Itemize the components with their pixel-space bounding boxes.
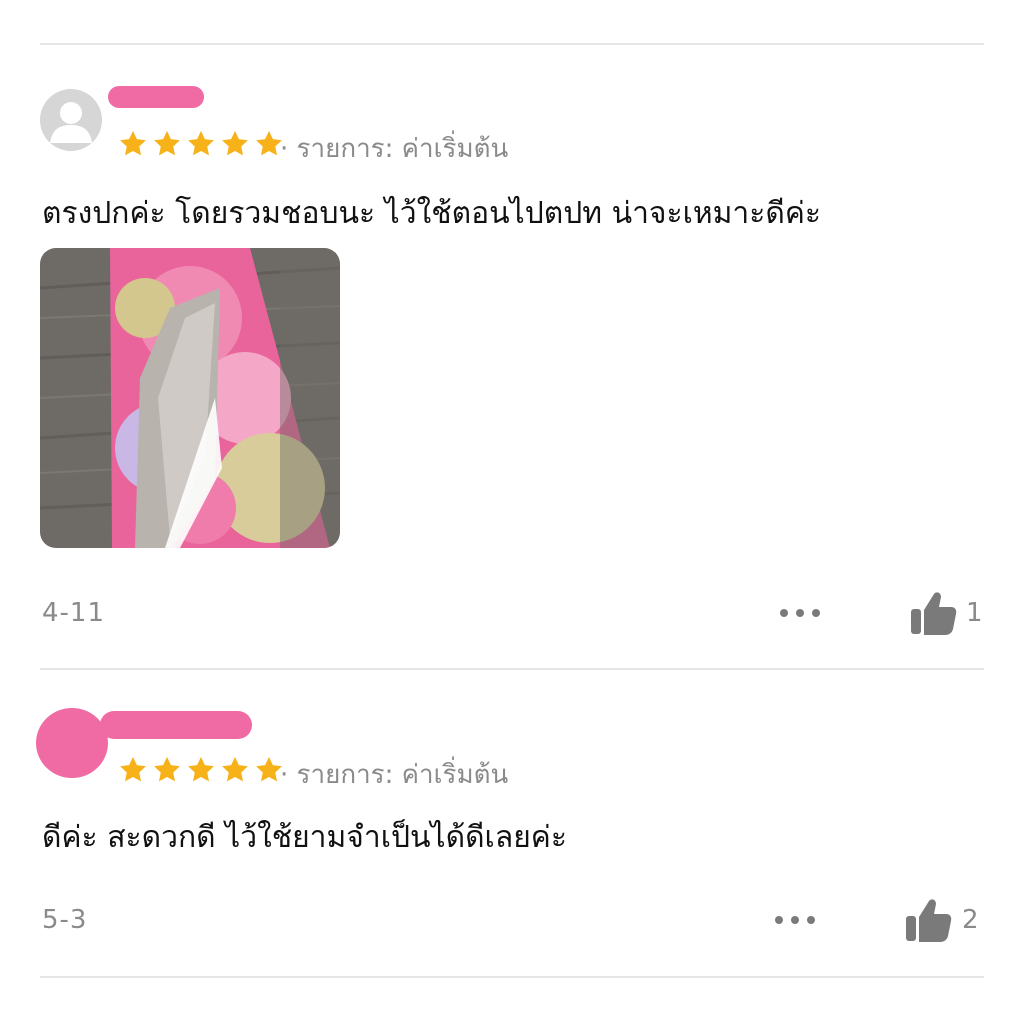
review-divider bbox=[40, 668, 984, 670]
top-divider bbox=[40, 43, 984, 45]
like-count: 2 bbox=[962, 905, 979, 935]
review-date: 4-11 bbox=[42, 598, 106, 628]
bottom-divider bbox=[40, 976, 984, 978]
redacted-username bbox=[108, 86, 204, 108]
thumbs-up-icon[interactable] bbox=[909, 590, 957, 636]
star-icon bbox=[152, 129, 182, 159]
star-icon bbox=[186, 755, 216, 785]
user-avatar-icon[interactable] bbox=[40, 89, 102, 151]
thumbs-up-icon[interactable] bbox=[904, 897, 952, 943]
star-rating bbox=[118, 129, 284, 161]
review-comment: ตรงปกค่ะ โดยรวมชอบนะ ไว้ใช้ตอนไปตปท น่าจ… bbox=[42, 196, 822, 231]
review-photo[interactable] bbox=[40, 248, 340, 548]
more-dots-icon[interactable] bbox=[778, 607, 822, 619]
star-icon bbox=[118, 755, 148, 785]
like-count: 1 bbox=[966, 598, 983, 628]
variation-label: · รายการ: ค่าเริ่มต้น bbox=[280, 760, 509, 790]
star-icon bbox=[220, 755, 250, 785]
variation-label: · รายการ: ค่าเริ่มต้น bbox=[280, 134, 509, 164]
star-icon bbox=[152, 755, 182, 785]
redacted-username bbox=[100, 711, 252, 739]
star-icon bbox=[118, 129, 148, 159]
more-dots-icon[interactable] bbox=[773, 914, 817, 926]
star-rating bbox=[118, 755, 284, 787]
review-comment: ดีค่ะ สะดวกดี ไว้ใช้ยามจำเป็นได้ดีเลยค่ะ bbox=[42, 820, 567, 855]
review-date: 5-3 bbox=[42, 905, 88, 935]
user-avatar-icon[interactable] bbox=[36, 708, 108, 778]
star-icon bbox=[186, 129, 216, 159]
star-icon bbox=[220, 129, 250, 159]
